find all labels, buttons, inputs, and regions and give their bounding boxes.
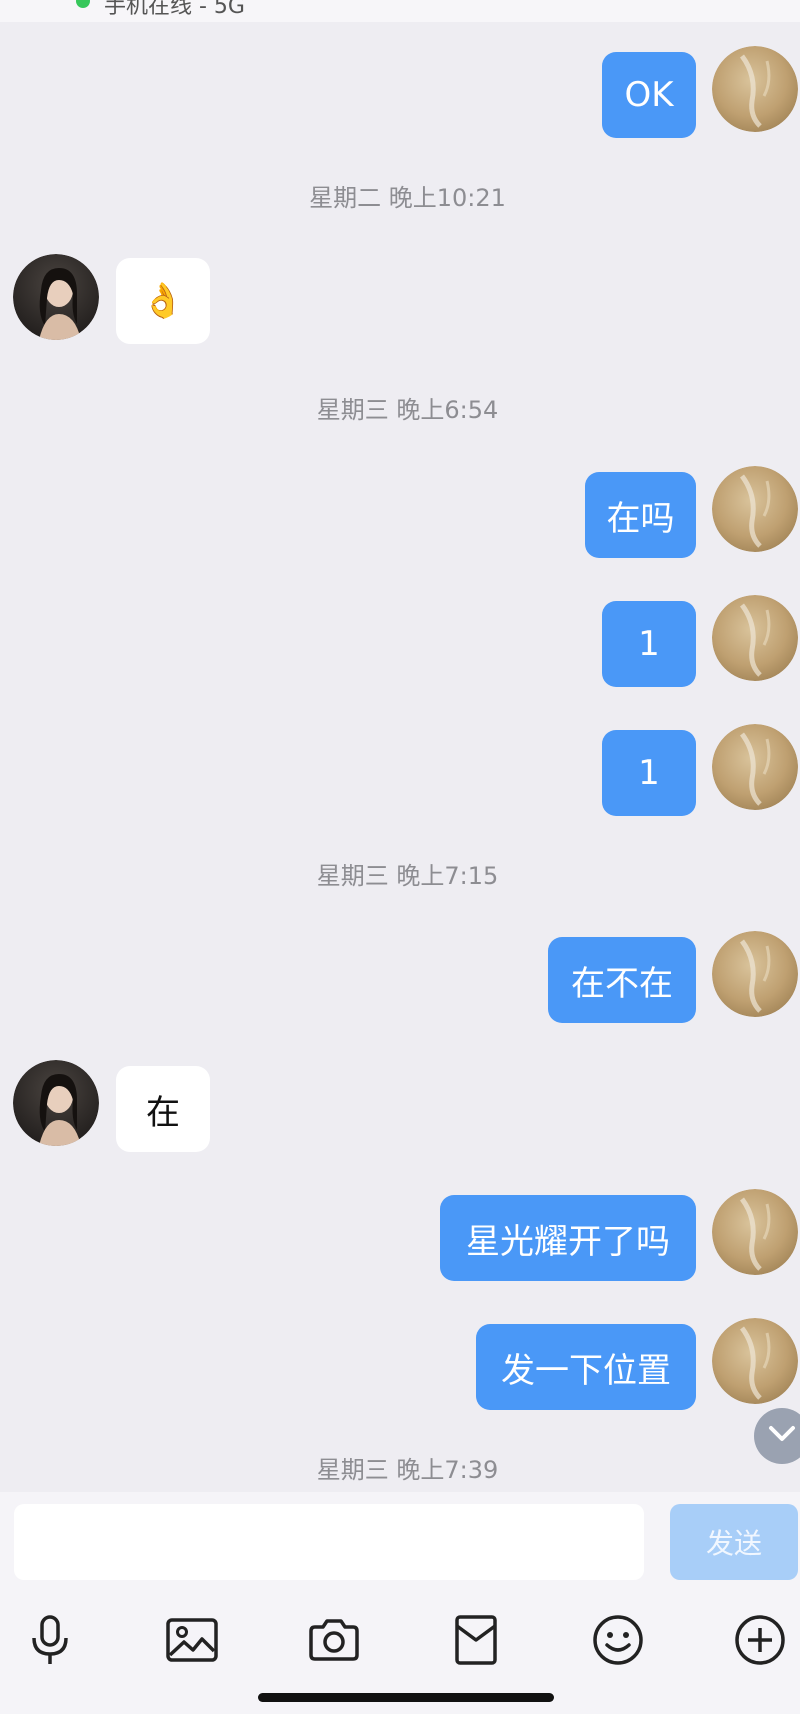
sent-message-bubble[interactable]: 星光耀开了吗 [440, 1195, 696, 1281]
online-status-dot [76, 0, 90, 8]
sent-message-bubble[interactable]: 发一下位置 [476, 1324, 696, 1410]
home-indicator [258, 1693, 554, 1702]
microphone-icon [28, 1614, 72, 1670]
sent-message-bubble[interactable]: 1 [602, 601, 696, 687]
timestamp: 星期三 晚上7:39 [316, 1456, 499, 1484]
chat-list[interactable]: OK 星期二 晚上10:21 👌 星期三 晚上6:54 在吗 1 1 星期三 晚… [0, 22, 800, 1492]
chevron-down-icon [768, 1425, 796, 1447]
self-avatar[interactable] [712, 46, 798, 132]
image-icon [165, 1617, 219, 1667]
timestamp: 星期二 晚上10:21 [309, 184, 506, 212]
timestamp: 星期三 晚上7:15 [316, 862, 499, 890]
received-message-bubble[interactable]: 在 [116, 1066, 210, 1152]
plus-circle-icon [733, 1613, 787, 1671]
camera-icon [307, 1617, 361, 1667]
emoji-icon [591, 1613, 645, 1671]
received-message-bubble[interactable]: 👌 [116, 258, 210, 344]
sent-message-bubble[interactable]: 在吗 [585, 472, 696, 558]
self-avatar[interactable] [712, 1318, 798, 1404]
self-avatar[interactable] [712, 1189, 798, 1275]
camera-button[interactable] [304, 1612, 364, 1672]
message-input[interactable] [14, 1504, 644, 1580]
online-status-text: 手机在线 - 5G [104, 0, 245, 19]
self-avatar[interactable] [712, 724, 798, 810]
red-packet-button[interactable] [446, 1612, 506, 1672]
self-avatar[interactable] [712, 466, 798, 552]
image-button[interactable] [162, 1612, 222, 1672]
red-packet-icon [454, 1614, 498, 1670]
self-avatar[interactable] [712, 595, 798, 681]
timestamp: 星期三 晚上6:54 [316, 396, 499, 424]
voice-button[interactable] [20, 1612, 80, 1672]
sent-message-bubble[interactable]: OK [602, 52, 696, 138]
contact-avatar[interactable] [13, 254, 99, 340]
self-avatar[interactable] [712, 931, 798, 1017]
more-button[interactable] [730, 1612, 790, 1672]
sent-message-bubble[interactable]: 在不在 [548, 937, 696, 1023]
send-button[interactable]: 发送 [670, 1504, 798, 1580]
sent-message-bubble[interactable]: 1 [602, 730, 696, 816]
contact-avatar[interactable] [13, 1060, 99, 1146]
composer-bar: 发送 [0, 1492, 800, 1714]
emoji-button[interactable] [588, 1612, 648, 1672]
top-bar: 手机在线 - 5G [0, 0, 800, 22]
